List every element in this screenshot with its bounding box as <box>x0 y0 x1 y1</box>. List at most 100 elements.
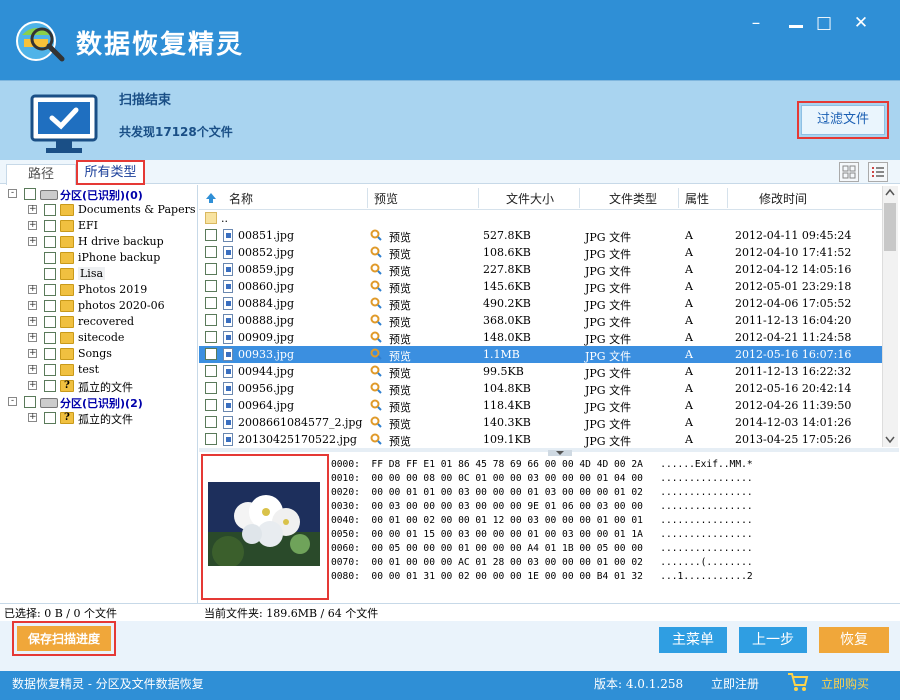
column-attr[interactable]: 属性 <box>685 190 709 207</box>
main-menu-button[interactable]: 主菜单 <box>659 627 727 653</box>
file-checkbox[interactable] <box>205 416 217 428</box>
tree-item[interactable]: iPhone backup <box>0 250 196 266</box>
preview-magnifier-icon[interactable] <box>370 314 382 326</box>
file-checkbox[interactable] <box>205 365 217 377</box>
tree-checkbox[interactable] <box>24 188 36 200</box>
tree-item[interactable]: + photos 2020-06 <box>0 298 196 314</box>
up-arrow-icon[interactable] <box>205 192 217 204</box>
maximize-button[interactable]: □ <box>809 10 839 36</box>
preview-link[interactable]: 预览 <box>389 416 411 432</box>
column-preview[interactable]: 预览 <box>374 190 398 207</box>
preview-link[interactable]: 预览 <box>389 399 411 415</box>
preview-magnifier-icon[interactable] <box>370 365 382 377</box>
preview-magnifier-icon[interactable] <box>370 280 382 292</box>
file-row[interactable]: 00888.jpg 预览 368.0KB JPG 文件 A 2011-12-13 16:0… <box>199 312 882 329</box>
preview-magnifier-icon[interactable] <box>370 263 382 275</box>
preview-magnifier-icon[interactable] <box>370 297 382 309</box>
tree-item[interactable]: - 分区(已识别)(2) <box>0 394 196 410</box>
tree-checkbox[interactable] <box>44 316 56 328</box>
preview-link[interactable]: 预览 <box>389 297 411 313</box>
expand-toggle-icon[interactable]: + <box>28 413 37 422</box>
file-checkbox[interactable] <box>205 314 217 326</box>
splitter-arrow-icon[interactable] <box>548 450 572 456</box>
tree-checkbox[interactable] <box>44 300 56 312</box>
file-row[interactable]: 2008661084577_2.jpg 预览 140.3KB JPG 文件 A 2014-… <box>199 414 882 431</box>
file-row[interactable]: 00933.jpg 预览 1.1MB JPG 文件 A 2012-05-16 16:07:… <box>199 346 882 363</box>
tree-checkbox[interactable] <box>44 204 56 216</box>
file-checkbox[interactable] <box>205 297 217 309</box>
tree-item[interactable]: - 分区(已识别)(0) <box>0 186 196 202</box>
scroll-up-icon[interactable] <box>885 188 895 196</box>
file-row[interactable]: 00859.jpg 预览 227.8KB JPG 文件 A 2012-04-12 14:0… <box>199 261 882 278</box>
file-row[interactable]: 00851.jpg 预览 527.8KB JPG 文件 A 2012-04-11 09:4… <box>199 227 882 244</box>
folder-tree[interactable]: - 分区(已识别)(0) + Documents & Papers + EFI + H dri… <box>0 185 198 604</box>
expand-toggle-icon[interactable]: - <box>8 397 17 406</box>
tree-checkbox[interactable] <box>44 252 56 264</box>
expand-toggle-icon[interactable]: - <box>8 189 17 198</box>
cart-icon[interactable] <box>787 672 809 692</box>
tree-checkbox[interactable] <box>44 268 56 280</box>
preview-link[interactable]: 预览 <box>389 433 411 449</box>
preview-magnifier-icon[interactable] <box>370 331 382 343</box>
tree-checkbox[interactable] <box>44 364 56 376</box>
tab-all-types[interactable]: 所有类型 <box>76 160 145 185</box>
preview-link[interactable]: 预览 <box>389 263 411 279</box>
column-type[interactable]: 文件类型 <box>609 190 657 207</box>
save-scan-progress-button[interactable]: 保存扫描进度 <box>12 621 116 656</box>
close-button[interactable]: ✕ <box>846 10 876 36</box>
register-link[interactable]: 立即注册 <box>711 675 759 692</box>
file-row[interactable]: 00956.jpg 预览 104.8KB JPG 文件 A 2012-05-16 20:4… <box>199 380 882 397</box>
file-row[interactable]: 20130425170522.jpg 预览 109.1KB JPG 文件 A 2013-0… <box>199 431 882 448</box>
expand-toggle-icon[interactable]: + <box>28 333 37 342</box>
tree-checkbox[interactable] <box>44 236 56 248</box>
preview-link[interactable]: 预览 <box>389 331 411 347</box>
expand-toggle-icon[interactable]: + <box>28 285 37 294</box>
tree-checkbox[interactable] <box>44 220 56 232</box>
buy-now-link[interactable]: 立即购买 <box>821 675 869 692</box>
expand-toggle-icon[interactable]: + <box>28 221 37 230</box>
column-name[interactable]: 名称 <box>229 190 253 207</box>
tree-checkbox[interactable] <box>44 348 56 360</box>
preview-link[interactable]: 预览 <box>389 229 411 245</box>
file-row[interactable]: 00944.jpg 预览 99.5KB JPG 文件 A 2011-12-13 16:22… <box>199 363 882 380</box>
file-checkbox[interactable] <box>205 331 217 343</box>
tree-checkbox[interactable] <box>44 284 56 296</box>
file-row[interactable]: 00909.jpg 预览 148.0KB JPG 文件 A 2012-04-21 11:2… <box>199 329 882 346</box>
preview-link[interactable]: 预览 <box>389 348 411 364</box>
tree-item[interactable]: + recovered <box>0 314 196 330</box>
tree-checkbox[interactable] <box>44 412 56 424</box>
tab-path[interactable]: 路径 <box>6 164 76 185</box>
expand-toggle-icon[interactable]: + <box>28 365 37 374</box>
preview-magnifier-icon[interactable] <box>370 229 382 241</box>
expand-toggle-icon[interactable]: + <box>28 349 37 358</box>
tree-item[interactable]: + sitecode <box>0 330 196 346</box>
file-checkbox[interactable] <box>205 280 217 292</box>
thumbnail-view-icon[interactable] <box>839 162 859 182</box>
file-row[interactable]: 00964.jpg 预览 118.4KB JPG 文件 A 2012-04-26 11:3… <box>199 397 882 414</box>
file-checkbox[interactable] <box>205 382 217 394</box>
parent-dir-row[interactable]: .. <box>199 210 882 227</box>
tree-item[interactable]: + H drive backup <box>0 234 196 250</box>
recover-button[interactable]: 恢复 <box>819 627 889 653</box>
file-checkbox[interactable] <box>205 229 217 241</box>
tree-item[interactable]: + test <box>0 362 196 378</box>
tree-item[interactable]: + Songs <box>0 346 196 362</box>
filter-files-button[interactable]: 过滤文件 <box>801 105 885 135</box>
tree-checkbox[interactable] <box>44 380 56 392</box>
expand-toggle-icon[interactable]: + <box>28 237 37 246</box>
preview-magnifier-icon[interactable] <box>370 399 382 411</box>
minimize-button[interactable]: – <box>741 10 771 36</box>
tree-checkbox[interactable] <box>24 396 36 408</box>
preview-link[interactable]: 预览 <box>389 280 411 296</box>
expand-toggle-icon[interactable]: + <box>28 381 37 390</box>
file-checkbox[interactable] <box>205 348 217 360</box>
expand-toggle-icon[interactable]: + <box>28 301 37 310</box>
tree-checkbox[interactable] <box>44 332 56 344</box>
column-size[interactable]: 文件大小 <box>506 190 554 207</box>
file-row[interactable]: 00852.jpg 预览 108.6KB JPG 文件 A 2012-04-10 17:4… <box>199 244 882 261</box>
preview-link[interactable]: 预览 <box>389 314 411 330</box>
tree-item[interactable]: + Photos 2019 <box>0 282 196 298</box>
file-row[interactable]: 00884.jpg 预览 490.2KB JPG 文件 A 2012-04-06 17:0… <box>199 295 882 312</box>
tree-item[interactable]: +? 孤立的文件 <box>0 410 196 426</box>
preview-magnifier-icon[interactable] <box>370 416 382 428</box>
